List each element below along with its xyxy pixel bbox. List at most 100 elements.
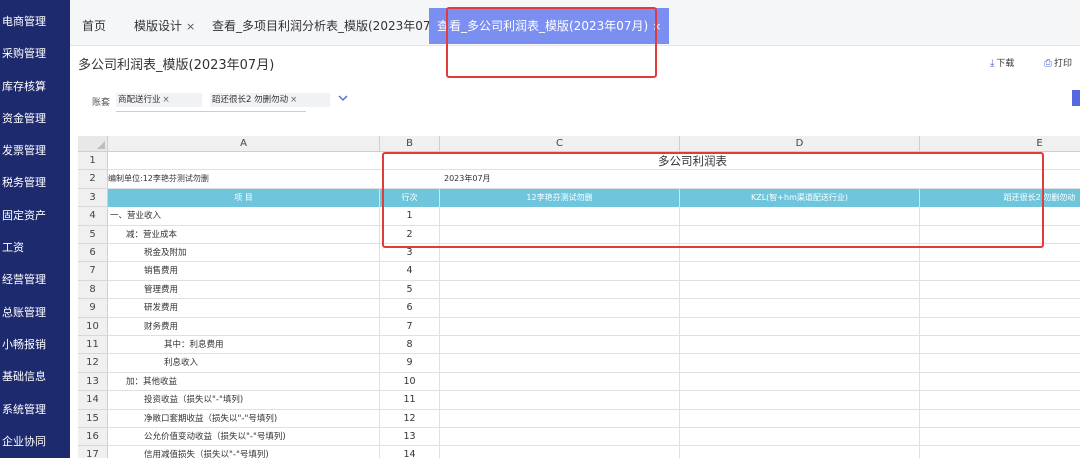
sidebar-item[interactable]: 固定资产 xyxy=(0,200,70,232)
chevron-down-icon[interactable] xyxy=(338,94,348,105)
value-cell[interactable] xyxy=(920,336,1080,354)
value-cell[interactable] xyxy=(440,299,680,318)
column-header[interactable]: D xyxy=(680,136,920,152)
value-cell[interactable] xyxy=(440,336,680,355)
row-header[interactable]: 11 xyxy=(78,336,108,355)
sidebar-item[interactable]: 采购管理 xyxy=(0,38,70,70)
value-cell[interactable] xyxy=(920,391,1080,409)
value-cell[interactable] xyxy=(920,428,1080,446)
column-header[interactable]: E xyxy=(920,136,1080,152)
row-header[interactable]: 13 xyxy=(78,372,108,392)
sidebar-item[interactable]: 库存核算 xyxy=(0,71,70,103)
value-cell[interactable] xyxy=(920,410,1080,428)
value-cell[interactable] xyxy=(440,391,680,410)
tab-template-design[interactable]: 模版设计 × xyxy=(134,8,195,44)
value-cell[interactable] xyxy=(680,428,920,447)
value-cell[interactable] xyxy=(680,446,920,458)
sidebar-item[interactable]: 电商管理 xyxy=(0,6,70,38)
line-number-cell[interactable]: 11 xyxy=(380,391,440,410)
value-cell[interactable] xyxy=(440,428,680,447)
item-cell[interactable]: 销售费用 xyxy=(108,262,380,281)
row-header[interactable]: 3 xyxy=(78,188,108,208)
row-header[interactable]: 9 xyxy=(78,299,108,318)
row-header[interactable]: 1 xyxy=(78,152,108,171)
close-icon[interactable]: × xyxy=(186,20,195,33)
item-cell[interactable]: 利息收入 xyxy=(108,354,380,373)
item-cell[interactable]: 投资收益（损失以"-"填列) xyxy=(108,391,380,410)
line-number-cell[interactable]: 14 xyxy=(380,446,440,458)
value-cell[interactable] xyxy=(920,318,1080,336)
value-cell[interactable] xyxy=(440,409,680,428)
value-cell[interactable] xyxy=(920,354,1080,372)
item-cell[interactable]: 信用减值损失（损失以"-"号填列) xyxy=(108,446,380,458)
sidebar-item[interactable]: 经营管理 xyxy=(0,264,70,296)
column-header[interactable]: C xyxy=(440,136,680,152)
row-header[interactable]: 10 xyxy=(78,317,108,336)
item-cell[interactable]: 税金及附加 xyxy=(108,244,380,263)
row-header[interactable]: 4 xyxy=(78,207,108,226)
tab-home[interactable]: 首页 xyxy=(82,8,106,44)
sidebar-item[interactable]: 资金管理 xyxy=(0,103,70,135)
line-number-cell[interactable]: 8 xyxy=(380,336,440,355)
value-cell[interactable] xyxy=(680,280,920,300)
value-cell[interactable] xyxy=(440,225,680,244)
ledger-select[interactable]: 商配送行业 × 蹈还很长2 勿删勿动 × xyxy=(116,88,348,112)
line-number-cell[interactable]: 1 xyxy=(380,207,440,226)
line-number-cell[interactable]: 9 xyxy=(380,354,440,373)
sidebar-item[interactable]: 工资 xyxy=(0,232,70,264)
value-cell[interactable] xyxy=(920,262,1080,280)
sidebar-item[interactable]: 企业协同 xyxy=(0,426,70,458)
row-header[interactable]: 8 xyxy=(78,280,108,300)
item-cell[interactable]: 净敞口套期收益（损失以"-"号填列) xyxy=(108,409,380,428)
tab-project-profit-analysis[interactable]: 查看_多项目利润分析表_模版(2023年07月)× xyxy=(212,8,460,44)
value-cell[interactable] xyxy=(440,207,680,226)
value-cell[interactable] xyxy=(680,372,920,392)
item-cell[interactable]: 其中：利息费用 xyxy=(108,336,380,355)
value-cell[interactable] xyxy=(680,336,920,355)
item-cell[interactable]: 研发费用 xyxy=(108,299,380,318)
close-icon[interactable]: × xyxy=(290,95,297,105)
value-cell[interactable] xyxy=(920,244,1080,262)
query-button[interactable] xyxy=(1072,90,1080,106)
item-cell[interactable]: 一、营业收入 xyxy=(108,207,380,226)
line-number-cell[interactable]: 7 xyxy=(380,317,440,336)
row-header[interactable]: 14 xyxy=(78,391,108,410)
item-cell[interactable]: 加：其他收益 xyxy=(108,372,380,392)
row-header[interactable]: 16 xyxy=(78,428,108,447)
tab-multi-company-profit[interactable]: 查看_多公司利润表_模版(2023年07月) × xyxy=(429,8,670,44)
value-cell[interactable] xyxy=(440,262,680,281)
sidebar-item[interactable]: 系统管理 xyxy=(0,394,70,426)
row-header[interactable]: 5 xyxy=(78,225,108,244)
item-cell[interactable]: 减：营业成本 xyxy=(108,225,380,244)
sidebar-item[interactable]: 小畅报销 xyxy=(0,329,70,361)
value-cell[interactable] xyxy=(920,446,1080,458)
row-header[interactable]: 7 xyxy=(78,262,108,281)
line-number-cell[interactable]: 2 xyxy=(380,225,440,244)
row-header[interactable]: 15 xyxy=(78,409,108,428)
sidebar-item[interactable]: 发票管理 xyxy=(0,135,70,167)
value-cell[interactable] xyxy=(680,354,920,373)
value-cell[interactable] xyxy=(680,409,920,428)
value-cell[interactable] xyxy=(680,391,920,410)
print-button[interactable]: ⎙ 打印 xyxy=(1044,56,1072,69)
value-cell[interactable] xyxy=(680,317,920,336)
value-cell[interactable] xyxy=(680,244,920,263)
value-cell[interactable] xyxy=(920,373,1080,391)
line-number-cell[interactable]: 6 xyxy=(380,299,440,318)
select-all-corner[interactable] xyxy=(78,136,108,152)
sidebar-item[interactable]: 总账管理 xyxy=(0,297,70,329)
line-number-cell[interactable]: 10 xyxy=(380,372,440,392)
value-cell[interactable] xyxy=(440,280,680,300)
column-header[interactable]: A xyxy=(108,136,380,152)
value-cell[interactable] xyxy=(680,299,920,318)
line-number-cell[interactable]: 12 xyxy=(380,409,440,428)
row-header[interactable]: 2 xyxy=(78,170,108,189)
row-header[interactable]: 17 xyxy=(78,446,108,458)
value-cell[interactable] xyxy=(680,207,920,226)
item-cell[interactable]: 公允价值变动收益（损失以"-"号填列) xyxy=(108,428,380,447)
row-header[interactable]: 6 xyxy=(78,244,108,263)
value-cell[interactable] xyxy=(440,372,680,392)
sidebar-item[interactable]: 基础信息 xyxy=(0,361,70,393)
line-number-cell[interactable]: 13 xyxy=(380,428,440,447)
column-header[interactable]: B xyxy=(380,136,440,152)
